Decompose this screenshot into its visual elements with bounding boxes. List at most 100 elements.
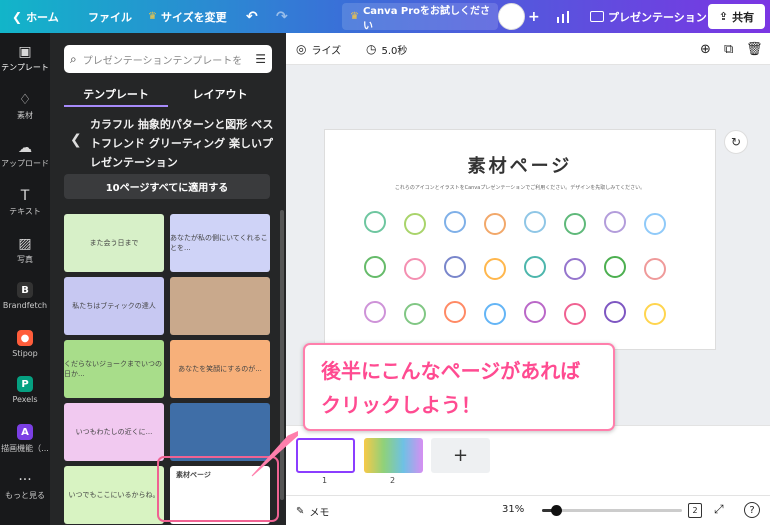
refresh-button[interactable]: ↻ [724,130,748,154]
page-thumbnail-2[interactable] [364,438,423,473]
notes-icon: ✎ [296,506,305,517]
filter-icon[interactable]: ☰ [255,52,266,66]
page-count-button[interactable]: 2 [688,503,702,518]
zoom-slider-handle[interactable] [551,505,562,516]
thumbnail-text: あなたを笑顔にするのが... [178,365,262,373]
duration-label: 5.0秒 [381,45,408,57]
add-page-button[interactable]: + [431,438,490,473]
animate-label: ライズ [311,45,342,57]
duplicate-icon: ⧉ [724,41,734,57]
template-thumbnail[interactable]: あなたを笑顔にするのが... [170,340,270,398]
slide-title[interactable]: 素材ページ [325,152,715,178]
elements-icon: ♢ [18,92,32,108]
slide-subtitle[interactable]: これらのアイコンとイラストをCanvaプレゼンテーションでご利用ください。デザイ… [325,184,715,191]
expand-icon: ⤢ [714,502,724,516]
animate-button[interactable]: ◎ ライズ [296,33,341,65]
present-label: プレゼンテーション [608,10,707,24]
undo-icon: ↶ [246,8,258,25]
template-thumbnail[interactable]: くだらないジョークまでいつの日か... [64,340,164,398]
fullscreen-button[interactable]: ⤢ [714,502,724,517]
search-icon: ⌕ [70,51,77,66]
rail-item-stipop[interactable]: ● Stipop [0,330,50,358]
draw-icon: A [17,424,33,440]
plus-icon: + [528,8,540,25]
notes-button[interactable]: ✎ メモ [296,504,329,519]
layout-icon: ▣ [18,44,32,60]
redo-button[interactable]: ↷ [276,0,288,33]
crown-icon: ♛ [350,11,359,22]
template-thumbnail[interactable]: いつでもここにいるからね。 [64,466,164,524]
rail-label: アップロード [1,159,49,168]
rail-label: Pexels [12,395,38,404]
crown-icon: ♛ [148,11,157,22]
add-page-icon-button[interactable]: ⊕ [700,33,711,65]
thumbnail-text: 私たちはブティックの達人 [72,302,156,310]
plus-icon: + [452,445,469,466]
file-menu[interactable]: ファイル [88,0,132,33]
rail-item-more[interactable]: ··· もっと見る [0,472,50,501]
rail-label: テンプレート [1,63,49,72]
template-thumbnail[interactable]: また会う日まで [64,214,164,272]
add-collaborator-button[interactable]: + [528,0,540,33]
duplicate-page-button[interactable]: ⧉ [724,33,733,65]
duration-button[interactable]: ◷ 5.0秒 [366,33,407,65]
rail-item-uploads[interactable]: ☁ アップロード [0,140,50,169]
present-button[interactable]: プレゼンテーション [590,0,707,33]
rail-label: もっと見る [5,491,45,500]
rail-label: 描画機能（... [1,444,49,453]
resize-label: サイズを変更 [160,10,227,24]
page-count: 2 [692,506,698,515]
rail-label: Stipop [12,349,38,358]
home-button[interactable]: ❮ ホーム [12,0,59,33]
rail-label: 素材 [17,111,33,120]
insights-button[interactable] [556,0,570,33]
present-icon [590,11,604,22]
rail-item-elements[interactable]: ♢ 素材 [0,92,50,121]
callout-line-2: クリックしよう！ [321,393,481,417]
panel-tabs: テンプレート レイアウト [64,81,272,107]
brandfetch-icon: B [17,282,33,298]
delete-page-button[interactable]: 🗑 [746,33,763,65]
tab-templates[interactable]: テンプレート [64,81,168,107]
template-thumbnail[interactable]: いつもわたしの近くに... [64,403,164,461]
tab-layouts[interactable]: レイアウト [168,81,272,107]
callout-pointer [251,431,298,477]
tab-label: レイアウト [192,88,248,101]
share-button[interactable]: ⇪ 共有 [708,4,765,29]
upload-icon: ⇪ [718,10,729,23]
rail-item-templates[interactable]: ▣ テンプレート [0,44,50,73]
rail-item-text[interactable]: T テキスト [0,188,50,217]
notes-label: メモ [309,508,330,519]
clock-icon: ◷ [366,42,377,56]
stipop-icon: ● [17,330,33,346]
template-thumbnail[interactable] [170,277,270,335]
thumbnail-text: いつでもここにいるからね。 [68,491,160,499]
template-thumbnail[interactable]: 私たちはブティックの達人 [64,277,164,335]
redo-icon: ↷ [276,8,288,25]
more-icon: ··· [18,472,32,488]
page-thumbnail-1[interactable] [296,438,355,473]
help-button[interactable]: ? [744,502,760,518]
illustration-grid [364,211,666,325]
template-thumbnail[interactable]: あなたが私の側にいてくれることを... [170,214,270,272]
rail-item-brandfetch[interactable]: B Brandfetch [0,282,50,310]
undo-button[interactable]: ↶ [246,0,258,33]
search-input[interactable]: ⌕ プレゼンテーションテンプレートを ☰ [64,45,272,73]
rail-item-pexels[interactable]: P Pexels [0,376,50,404]
apply-all-pages-button[interactable]: 10ページすべてに適用する [64,174,270,199]
resize-button[interactable]: ♛ サイズを変更 [148,0,227,33]
rail-item-draw[interactable]: A 描画機能（... [0,424,50,454]
avatar[interactable] [498,3,525,30]
page-number: 2 [390,476,396,485]
callout-annotation: 後半にこんなページがあれば クリックしよう！ [303,343,615,431]
thumbnail-text: また会う日まで [89,239,139,247]
trash-icon: 🗑 [746,41,763,57]
bar-chart-icon [557,10,569,23]
try-pro-button[interactable]: ♛ Canva Proをお試しください [342,3,498,32]
slide-canvas[interactable]: 素材ページ これらのアイコンとイラストをCanvaプレゼンテーションでご利用くだ… [324,129,716,350]
share-label: 共有 [732,10,755,24]
back-button[interactable]: ❮ [70,132,82,148]
rail-item-photos[interactable]: ▨ 写真 [0,236,50,265]
zoom-slider[interactable] [542,505,682,516]
help-icon: ? [749,504,755,516]
